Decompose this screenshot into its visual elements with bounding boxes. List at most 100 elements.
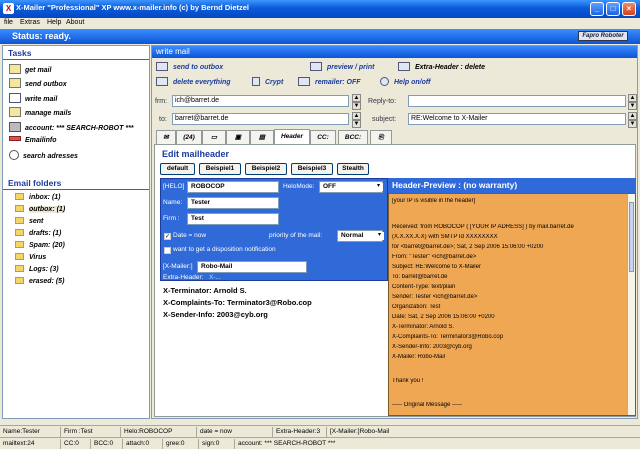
preview-print-button[interactable]: preview / print (310, 62, 374, 74)
preset-beispiel3-button[interactable]: Beispiel3 (291, 163, 333, 175)
firm-field[interactable]: Test (187, 213, 279, 225)
send-to-outbox-button[interactable]: send to outbox (156, 62, 223, 74)
disposition-checkbox[interactable] (164, 247, 171, 254)
task-account[interactable]: account: *** SEARCH-ROBOT *** (9, 122, 134, 135)
status-helo: Helo:ROBOCOP (120, 427, 172, 437)
lock-icon (252, 77, 260, 86)
folder-icon (15, 205, 24, 212)
send-outbox-icon (9, 78, 21, 88)
folder-drafts[interactable]: drafts: (1) (15, 229, 61, 241)
folder-spam[interactable]: Spam: (20) (15, 241, 65, 253)
preview-line: (X.X.XX.X.X) with SMTP Id XXXXXXXX (392, 234, 498, 240)
tab-cc[interactable]: CC: (310, 130, 336, 144)
replyto-field[interactable] (408, 95, 626, 107)
folder-outbox[interactable]: outbox: (1) (15, 205, 66, 217)
status-bar-counts: mailtext:24 CC:0 BCC:0 attach:0 gree:0 s… (0, 437, 640, 449)
date-now-checkbox[interactable]: ✓ (164, 233, 171, 240)
menu-extras[interactable]: Extras (20, 19, 40, 26)
menu-about[interactable]: About (66, 19, 84, 26)
preview-line: X-Terminator: Arnold S. (392, 324, 455, 330)
extra-header-line[interactable]: X-Complaints-To: Terminator3@Robo.cop (163, 298, 312, 307)
xmailer-label: [X-Mailer:] (163, 263, 193, 270)
preview-scrollbar[interactable] (627, 194, 635, 415)
replyto-up-icon[interactable]: ▲ (628, 94, 637, 102)
folder-icon (15, 217, 24, 224)
priority-dropdown-icon[interactable]: ▾ (375, 232, 384, 240)
task-emailinfo[interactable]: Emailinfo (9, 136, 57, 149)
from-up-icon[interactable]: ▲ (352, 94, 361, 102)
to-label: to: (159, 116, 167, 123)
to-down-icon[interactable]: ▼ (352, 120, 361, 128)
firm-label: Firm : (163, 215, 180, 222)
preview-line: Organization: Test (392, 304, 441, 310)
task-get-mail[interactable]: get mail (9, 64, 51, 77)
minimize-button[interactable]: _ (590, 2, 604, 16)
menu-help[interactable]: Help (47, 19, 61, 26)
tab-copy[interactable]: ▣ (226, 130, 250, 144)
preset-beispiel2-button[interactable]: Beispiel2 (245, 163, 287, 175)
tab-print[interactable]: ▭ (202, 130, 226, 144)
helomode-dropdown-icon[interactable]: ▾ (374, 183, 383, 191)
preset-stealth-button[interactable]: Stealth (337, 163, 369, 175)
subject-down-icon[interactable]: ▼ (628, 120, 637, 128)
folder-inbox[interactable]: inbox: (1) (15, 193, 61, 205)
to-up-icon[interactable]: ▲ (352, 112, 361, 120)
helo-field[interactable]: ROBOCOP (187, 181, 279, 193)
tab-header[interactable]: Header (274, 129, 310, 144)
tab-attachments[interactable]: (24) (176, 130, 202, 144)
close-button[interactable]: × (622, 2, 636, 16)
header-preview-title: Header-Preview : (no warranty) (388, 178, 636, 193)
menu-file[interactable]: file (4, 19, 13, 26)
xmailer-field[interactable]: Robo-Mail (197, 261, 307, 273)
maximize-button[interactable]: □ (606, 2, 620, 16)
tab-attach[interactable]: ⎘ (370, 130, 392, 144)
preview-icon (310, 62, 322, 71)
replyto-down-icon[interactable]: ▼ (628, 102, 637, 110)
extra-header-line[interactable]: X-Terminator: Arnold S. (163, 286, 247, 295)
header-preview-box[interactable]: [your IP is visible in the header] Recei… (388, 193, 636, 416)
task-search-adresses[interactable]: search adresses (9, 150, 78, 163)
title-bar[interactable]: X X-Mailer "Professional" XP www.x-maile… (0, 0, 640, 18)
brand-logo: Fapro Roboter (578, 31, 628, 41)
task-manage-mails[interactable]: manage mails (9, 107, 71, 120)
help-toggle[interactable]: Help on/off (380, 77, 430, 89)
from-label: frm: (155, 98, 168, 105)
delete-everything-button[interactable]: delete everything (156, 77, 231, 89)
status-xmailer: [X-Mailer:]Robo-Mail (326, 427, 389, 437)
tab-mailtext[interactable]: ✉ (156, 130, 176, 144)
tasks-heading: Tasks (3, 46, 149, 60)
status-extra-header: Extra-Header:3 (272, 427, 320, 437)
folder-sent[interactable]: sent (15, 217, 43, 229)
preview-line: [your IP is visible in the header] (392, 198, 476, 204)
tab-preview[interactable]: ▤ (250, 130, 274, 144)
sidebar: Tasks get mail send outbox write mail ma… (2, 45, 150, 419)
name-field[interactable]: Tester (187, 197, 279, 209)
status-account: account: *** SEARCH-ROBOT *** (234, 439, 335, 449)
folder-virus[interactable]: Virus (15, 253, 46, 265)
from-field[interactable]: ich@barret.de (172, 95, 349, 107)
send-icon (156, 62, 168, 71)
replyto-label: Reply-to: (368, 98, 397, 105)
subject-up-icon[interactable]: ▲ (628, 112, 637, 120)
crypt-button[interactable]: Crypt (252, 77, 283, 89)
subject-field[interactable]: RE:Welcome to X-Mailer (408, 113, 626, 125)
get-mail-icon (9, 64, 21, 74)
extra-header-delete-button[interactable]: Extra-Header : delete (398, 62, 485, 74)
remailer-icon (298, 77, 310, 86)
preview-line: To: barret@barret.de (392, 274, 448, 280)
preview-scroll-thumb[interactable] (629, 202, 634, 272)
status-text: Status: ready. (12, 31, 71, 41)
extra-header-line[interactable]: X-Sender-Info: 2003@cyb.org (163, 310, 268, 319)
task-send-outbox[interactable]: send outbox (9, 78, 67, 91)
remailer-toggle[interactable]: remailer: OFF (298, 77, 361, 89)
to-field[interactable]: barret@barret.de (172, 113, 349, 125)
task-write-mail[interactable]: write mail (9, 93, 57, 106)
extraheader-value[interactable]: X-... (209, 274, 221, 281)
folder-logs[interactable]: Logs: (3) (15, 265, 59, 277)
preset-beispiel1-button[interactable]: Beispiel1 (199, 163, 241, 175)
disposition-label: want to get a disposition notification (173, 246, 276, 253)
from-down-icon[interactable]: ▼ (352, 102, 361, 110)
tab-bcc[interactable]: BCC: (338, 130, 368, 144)
preset-default-button[interactable]: default (160, 163, 195, 175)
folder-erased[interactable]: erased: (5) (15, 277, 64, 289)
